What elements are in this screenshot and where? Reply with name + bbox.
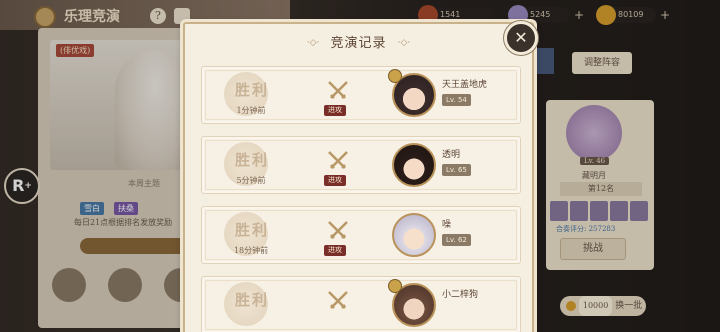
record-time: 1分钟前 [236, 106, 266, 115]
opponent-name: 小二梓狗 [442, 290, 479, 300]
frame-gear-icon [388, 69, 402, 83]
record-row[interactable]: 胜利 1分钟前 进攻 天王盖地虎 Lv. 54 [201, 66, 521, 124]
attack-tag: 进攻 [324, 245, 346, 256]
crossed-swords-icon [328, 151, 348, 169]
opponent-name: 噪 [442, 220, 452, 230]
result-label: 胜利 [234, 81, 269, 99]
result-label: 胜利 [234, 151, 269, 169]
opponent-name: 天王盖地虎 [442, 80, 488, 90]
record-row[interactable]: 胜利 5分钟前 进攻 透明 Lv. 65 [201, 136, 521, 194]
record-time: 18分钟前 [233, 246, 269, 255]
ornament-left: ·◇· [306, 37, 320, 48]
result-label: 胜利 [234, 221, 269, 239]
crossed-swords-icon [328, 291, 348, 309]
record-row[interactable]: 胜利 小二梓狗 [201, 276, 521, 332]
opponent-name: 透明 [442, 150, 461, 160]
close-icon[interactable]: ✕ [504, 21, 538, 55]
opponent-level: Lv. 62 [442, 234, 471, 246]
crossed-swords-icon [328, 221, 348, 239]
ornament-right: ·◇· [397, 37, 411, 48]
opponent-level: Lv. 54 [442, 94, 471, 106]
result-label: 胜利 [234, 291, 269, 309]
record-time: 5分钟前 [236, 176, 266, 185]
battle-record-modal: ·◇· 竞演记录 ·◇· 胜利 1分钟前 进攻 天王盖地虎 Lv. 54 胜利 … [183, 22, 534, 332]
crossed-swords-icon [328, 81, 348, 99]
opponent-avatar[interactable] [392, 213, 436, 257]
modal-title: 竞演记录 [330, 36, 387, 51]
frame-gear-icon [388, 279, 402, 293]
record-row[interactable]: 胜利 18分钟前 进攻 噪 Lv. 62 [201, 206, 521, 264]
opponent-level: Lv. 65 [442, 164, 471, 176]
modal-header: ·◇· 竞演记录 ·◇· [185, 32, 532, 51]
opponent-avatar[interactable] [392, 143, 436, 187]
attack-tag: 进攻 [324, 175, 346, 186]
attack-tag: 进攻 [324, 105, 346, 116]
